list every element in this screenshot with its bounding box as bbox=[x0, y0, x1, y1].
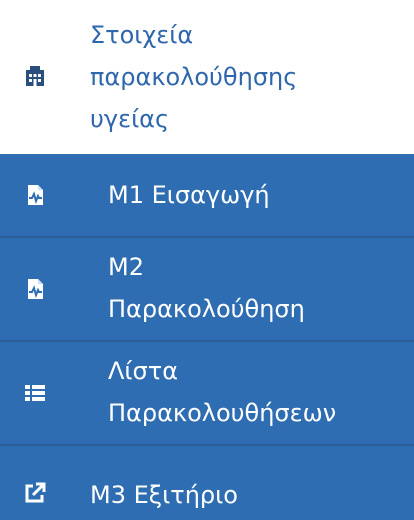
menu-item-label: Λίστα Παρακολουθήσεων bbox=[108, 357, 337, 427]
external-link-icon bbox=[24, 482, 46, 504]
menu-header: Στοιχεία παρακολούθησης υγείας bbox=[0, 0, 414, 152]
menu-item-label: Μ1 Εισαγωγή bbox=[108, 181, 270, 209]
list-icon bbox=[24, 382, 46, 404]
menu-item-m3-discharge[interactable]: Μ3 Εξιτήριο bbox=[0, 446, 414, 520]
menu-item-m1-admission[interactable]: Μ1 Εισαγωγή bbox=[0, 154, 414, 236]
menu-item-m2-monitoring[interactable]: Μ2 Παρακολούθηση bbox=[0, 238, 414, 340]
medical-file-icon bbox=[24, 278, 46, 300]
hospital-building-icon bbox=[24, 64, 46, 86]
medical-file-icon bbox=[24, 184, 46, 206]
menu-item-label: Μ3 Εξιτήριο bbox=[90, 481, 238, 509]
menu-title: Στοιχεία παρακολούθησης υγείας bbox=[90, 21, 298, 133]
menu-item-label: Μ2 Παρακολούθηση bbox=[108, 253, 305, 323]
menu-item-monitoring-list[interactable]: Λίστα Παρακολουθήσεων bbox=[0, 342, 414, 444]
side-menu: Στοιχεία παρακολούθησης υγείας Μ1 Εισαγω… bbox=[0, 0, 414, 520]
